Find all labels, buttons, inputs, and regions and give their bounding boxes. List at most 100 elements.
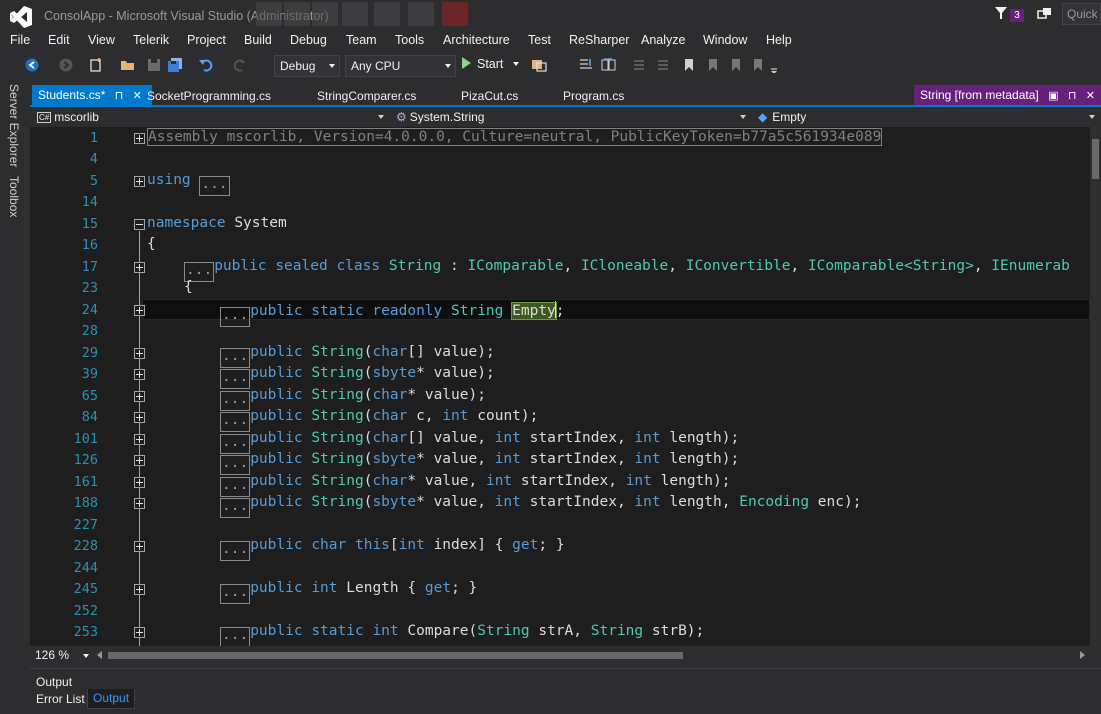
scroll-left-icon[interactable] [96,651,103,659]
code-editor[interactable]: 1 4 5 14 15 16 17 23 24 28 29 39 65 84 1… [30,127,1101,646]
collapsed-region[interactable]: ... [220,541,251,561]
chevron-down-icon[interactable] [512,62,519,66]
menu-test[interactable]: Test [528,33,551,47]
collapsed-region[interactable]: ... [220,584,251,604]
tab-students-cs[interactable]: Students.cs* ⊓ ✕ [32,85,152,106]
menu-architecture[interactable]: Architecture [443,33,510,47]
horizontal-scrollbar[interactable] [96,649,1086,661]
expand-outline-icon[interactable] [134,498,145,509]
code-text: public String(char[] value); [250,344,495,360]
vertical-scroll-thumb[interactable] [1092,139,1099,179]
close-icon[interactable]: ✕ [133,89,142,102]
browser-link-icon[interactable] [531,57,547,73]
menu-window[interactable]: Window [703,33,747,47]
tab-string-metadata[interactable]: String [from metadata] ▣ ⊓ ✕ [914,85,1101,106]
solution-platform-select[interactable]: Any CPU [345,55,456,77]
solution-configuration-select[interactable]: Debug [274,55,340,77]
expand-outline-icon[interactable] [134,369,145,380]
menu-help[interactable]: Help [766,33,792,47]
collapsed-region[interactable]: ... [220,627,251,646]
account-feedback-icon[interactable] [1037,7,1053,21]
step-over-icon[interactable] [600,57,616,73]
collapsed-region[interactable]: ... [220,369,251,389]
server-explorer-tab[interactable]: Server Explorer [7,84,21,167]
expand-outline-icon[interactable] [134,133,145,144]
expand-outline-icon[interactable] [134,262,145,273]
overlay-button [312,2,338,26]
pin-icon[interactable]: ⊓ [115,89,124,102]
menu-debug[interactable]: Debug [290,33,327,47]
tab-stringcomparer-cs[interactable]: StringComparer.cs [317,87,416,106]
collapsed-region[interactable]: ... [220,455,251,475]
close-icon[interactable]: ✕ [1086,89,1095,102]
vertical-scrollbar[interactable] [1090,127,1101,646]
menu-project[interactable]: Project [187,33,226,47]
toolbox-tab[interactable]: Toolbox [7,176,21,217]
menu-tools[interactable]: Tools [395,33,424,47]
collapsed-region[interactable]: Assembly mscorlib, Version=4.0.0.0, Cult… [147,128,883,146]
expand-outline-icon[interactable] [134,176,145,187]
tab-socketprogramming-cs[interactable]: SocketProgramming.cs [147,87,271,106]
menu-telerik[interactable]: Telerik [133,33,169,47]
expand-outline-icon[interactable] [134,541,145,552]
save-icon[interactable] [146,57,162,73]
expand-outline-icon[interactable] [134,305,145,316]
comment-lines-icon[interactable] [631,57,647,73]
expand-outline-icon[interactable] [134,391,145,402]
tab-program-cs[interactable]: Program.cs [563,87,624,106]
notification-flag-icon[interactable] [994,6,1008,20]
tab-error-list[interactable]: Error List [36,692,85,706]
menu-file[interactable]: File [10,33,30,47]
platform-value: Any CPU [351,59,401,73]
expand-outline-icon[interactable] [134,477,145,488]
collapsed-region[interactable]: ... [220,307,251,327]
expand-outline-icon[interactable] [134,412,145,423]
next-bookmark-icon[interactable] [728,57,744,73]
member-dropdown[interactable]: ◆ Empty [754,108,1099,126]
redo-icon[interactable] [232,57,248,73]
open-folder-icon[interactable] [120,57,136,73]
expand-outline-icon[interactable] [134,455,145,466]
collapsed-region[interactable]: ... [220,498,251,518]
zoom-level-select[interactable]: 126 % [33,648,91,663]
scroll-right-icon[interactable] [1079,651,1086,659]
collapse-outline-icon[interactable] [134,219,145,230]
expand-outline-icon[interactable] [134,584,145,595]
tab-pizacut-cs[interactable]: PizaCut.cs [461,87,518,106]
navigate-back-icon[interactable] [24,57,40,73]
menu-view[interactable]: View [88,33,115,47]
menu-team[interactable]: Team [346,33,377,47]
step-into-icon[interactable] [578,57,594,73]
menu-build[interactable]: Build [244,33,272,47]
expand-outline-icon[interactable] [134,348,145,359]
collapsed-region[interactable]: ... [199,176,230,196]
menu-resharper[interactable]: ReSharper [569,33,629,47]
new-project-icon[interactable] [88,57,104,73]
collapsed-region[interactable]: ... [220,412,251,432]
selected-identifier[interactable]: Empty [511,302,557,320]
line-number: 188 [73,495,98,511]
menu-edit[interactable]: Edit [48,33,70,47]
side-tool-tabs: Server Explorer Toolbox [0,80,30,714]
start-debugging-button[interactable]: Start [462,57,519,71]
toolbar-overflow-icon[interactable] [768,57,784,73]
horizontal-scroll-thumb[interactable] [108,652,683,659]
keep-open-icon[interactable]: ▣ [1048,89,1058,102]
uncomment-lines-icon[interactable] [655,57,671,73]
quick-launch-input[interactable]: Quick [1062,3,1101,25]
tab-output[interactable]: Output [87,689,136,709]
project-dropdown[interactable]: C# mscorlib [33,108,388,126]
overlay-button [374,2,400,26]
navigate-forward-icon[interactable] [58,57,74,73]
type-dropdown[interactable]: ⚙ System.String [392,108,750,126]
pin-icon[interactable]: ⊓ [1068,89,1077,102]
previous-bookmark-icon[interactable] [705,57,721,73]
bookmark-icon[interactable] [681,57,697,73]
expand-outline-icon[interactable] [134,627,145,638]
clear-bookmarks-icon[interactable] [750,57,766,73]
menu-analyze[interactable]: Analyze [641,33,685,47]
save-all-icon[interactable] [167,57,183,73]
expand-outline-icon[interactable] [134,434,145,445]
undo-icon[interactable] [198,57,214,73]
keyword: public [250,344,303,360]
